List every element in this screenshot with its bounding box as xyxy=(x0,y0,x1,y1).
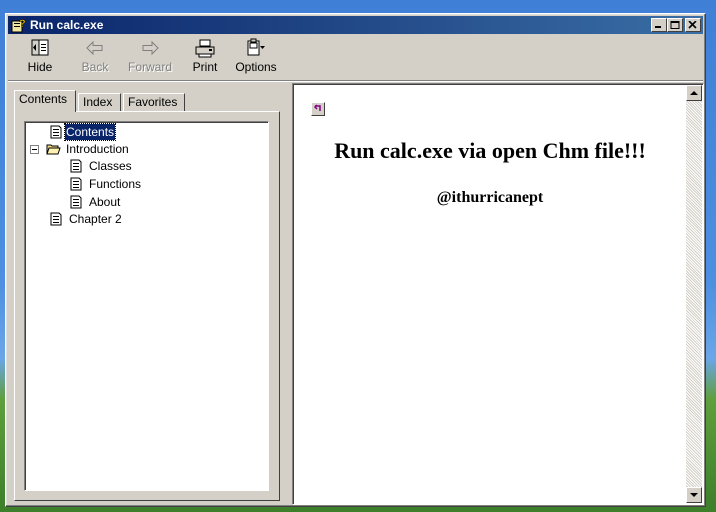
back-label: Back xyxy=(81,60,109,74)
svg-text:?: ? xyxy=(19,18,26,30)
topic-author: @ithurricanept xyxy=(436,189,544,206)
toolbar: Hide Back Forward Print Options xyxy=(8,34,703,81)
arrow-up-icon xyxy=(690,91,698,95)
tree-label: Functions xyxy=(89,177,142,191)
open-folder-icon xyxy=(46,144,61,155)
tree-label: Classes xyxy=(89,159,132,173)
back-arrow-icon xyxy=(86,40,103,56)
help-book-icon: ? xyxy=(11,17,27,33)
options-icon xyxy=(247,38,265,56)
maximize-button[interactable] xyxy=(667,18,683,32)
tree-label: Contents xyxy=(63,123,117,141)
tree-label: Chapter 2 xyxy=(69,212,122,226)
page-icon xyxy=(70,195,82,209)
forward-button[interactable]: Forward xyxy=(126,38,174,78)
tree-label: About xyxy=(89,195,121,209)
topic-heading: Run calc.exe via open Chm file!!! xyxy=(334,138,646,163)
print-label: Print xyxy=(192,60,218,74)
tab-index-label: Index xyxy=(83,95,113,109)
options-label: Options xyxy=(235,60,277,74)
hide-button[interactable]: Hide xyxy=(22,38,58,78)
forward-arrow-icon xyxy=(142,40,159,56)
collapse-toggle[interactable] xyxy=(30,145,39,154)
tab-index[interactable]: Index xyxy=(78,93,121,111)
scroll-down-button[interactable] xyxy=(686,487,702,503)
page-icon xyxy=(50,212,62,226)
minimize-button[interactable] xyxy=(651,18,667,32)
page-icon xyxy=(70,177,82,191)
shortcut-icon[interactable] xyxy=(311,102,325,116)
contents-tab-panel: Contents Introduction Classes Functions xyxy=(14,111,280,501)
tree-label: Introduction xyxy=(66,142,129,156)
back-button[interactable]: Back xyxy=(78,38,112,78)
window-title: Run calc.exe xyxy=(30,18,104,32)
help-window: ? Run calc.exe Hide Back Forward Print O… xyxy=(5,13,706,507)
page-icon xyxy=(70,159,82,173)
title-bar[interactable]: ? Run calc.exe xyxy=(8,16,703,34)
print-button[interactable]: Print xyxy=(188,38,222,78)
caption-buttons xyxy=(651,18,701,32)
navigation-pane: Contents Index Favorites Contents Introd… xyxy=(8,84,286,504)
scroll-up-button[interactable] xyxy=(686,85,702,101)
topic-pane: Run calc.exe via open Chm file!!! @ithur… xyxy=(292,83,704,505)
options-button[interactable]: Options xyxy=(234,38,278,78)
close-button[interactable] xyxy=(685,18,701,32)
hide-label: Hide xyxy=(27,60,53,74)
vertical-scrollbar[interactable] xyxy=(686,85,702,503)
forward-label: Forward xyxy=(127,60,172,74)
page-icon xyxy=(50,125,62,139)
arrow-down-icon xyxy=(690,493,698,497)
tab-contents-label: Contents xyxy=(19,92,68,106)
tab-favorites-label: Favorites xyxy=(128,95,178,109)
contents-tree[interactable]: Contents Introduction Classes Functions xyxy=(24,121,269,491)
hide-pane-icon xyxy=(31,39,49,56)
tab-contents[interactable]: Contents xyxy=(14,90,76,112)
printer-icon xyxy=(195,39,215,58)
tab-favorites[interactable]: Favorites xyxy=(123,93,185,111)
